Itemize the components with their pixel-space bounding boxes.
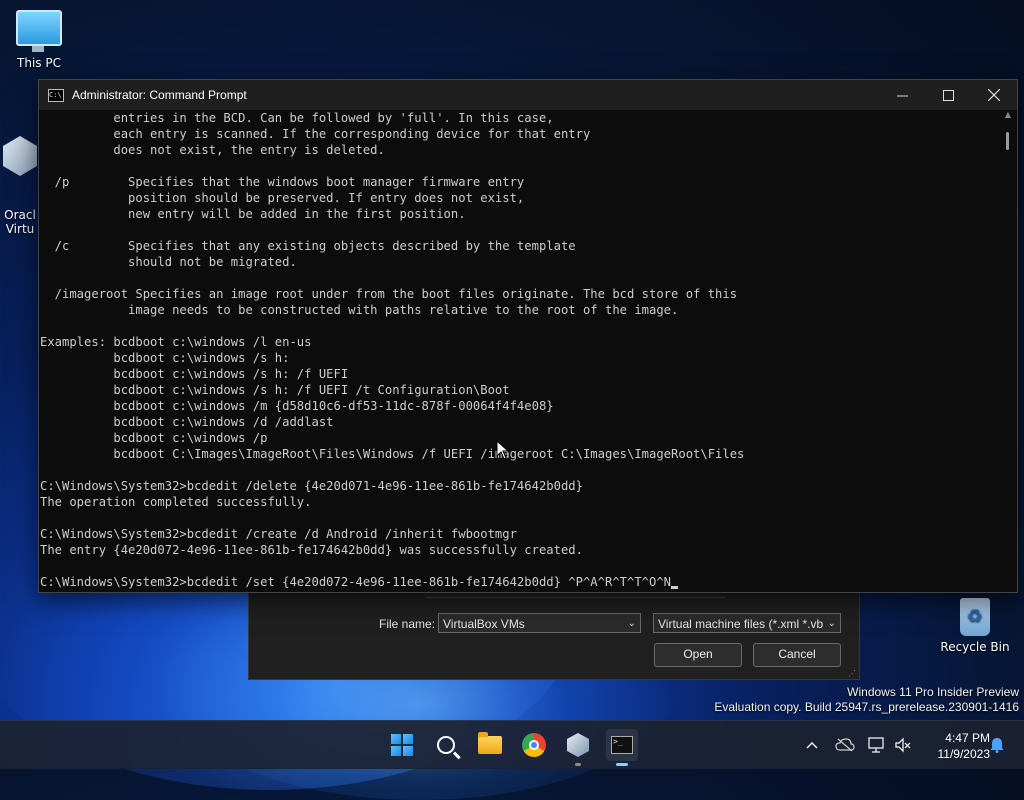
cmd-icon: >_ bbox=[611, 736, 633, 754]
volume-button[interactable] bbox=[892, 721, 914, 769]
chrome-icon bbox=[522, 733, 546, 757]
console-line: C:\Windows\System32>bcdedit /delete {4e2… bbox=[40, 479, 583, 493]
search-icon bbox=[437, 736, 455, 754]
watermark-line-1: Windows 11 Pro Insider Preview bbox=[847, 685, 1019, 699]
console-line: entries in the BCD. Can be followed by '… bbox=[40, 111, 554, 125]
running-indicator bbox=[575, 763, 581, 766]
file-name-value: VirtualBox VMs bbox=[443, 617, 525, 631]
console-line: C:\Windows\System32>bcdedit /create /d A… bbox=[40, 527, 517, 541]
scroll-thumb[interactable] bbox=[1006, 132, 1009, 150]
file-dialog: File name: VirtualBox VMs ⌄ Virtual mach… bbox=[248, 590, 860, 680]
console-line: bcdboot c:\windows /m {d58d10c6-df53-11d… bbox=[40, 399, 554, 413]
text-cursor bbox=[671, 586, 679, 589]
monitor-icon bbox=[16, 10, 62, 52]
volume-muted-icon bbox=[895, 737, 911, 753]
close-button[interactable] bbox=[971, 80, 1017, 110]
clock-date: 11/9/2023 bbox=[937, 747, 991, 761]
console-line: /imageroot Specifies an image root under… bbox=[40, 287, 738, 301]
desktop-icon-recycle-bin[interactable]: Recycle Bin bbox=[940, 598, 1010, 654]
chevron-up-icon bbox=[806, 742, 818, 749]
file-name-label: File name: bbox=[379, 617, 436, 631]
open-button[interactable]: Open bbox=[654, 643, 742, 667]
console-line: image needs to be constructed with paths… bbox=[40, 303, 679, 317]
desktop-icon-label: Oracl Virtu bbox=[4, 208, 36, 236]
mouse-pointer-icon bbox=[496, 440, 510, 460]
desktop-icon-this-pc[interactable]: This PC bbox=[4, 10, 74, 70]
console-line: C:\Windows\System32>bcdedit /set {4e20d0… bbox=[40, 574, 999, 590]
evaluation-watermark: Windows 11 Pro Insider Preview Evaluatio… bbox=[714, 685, 1019, 715]
command-prompt-button[interactable]: >_ bbox=[606, 729, 638, 766]
file-explorer-button[interactable] bbox=[474, 729, 506, 761]
network-button[interactable] bbox=[866, 721, 888, 769]
virtualbox-button[interactable] bbox=[562, 729, 594, 766]
console-line: The operation completed successfully. bbox=[40, 495, 312, 509]
taskbar-clock[interactable]: 4:47 PM 11/9/2023 bbox=[938, 730, 991, 762]
window-title: Administrator: Command Prompt bbox=[72, 88, 247, 102]
search-button[interactable] bbox=[430, 729, 462, 761]
chevron-down-icon[interactable]: ⌄ bbox=[825, 614, 836, 632]
chevron-down-icon[interactable]: ⌄ bbox=[628, 614, 636, 634]
console-line: The entry {4e20d072-4e96-11ee-861b-fe174… bbox=[40, 543, 583, 557]
chrome-button[interactable] bbox=[518, 729, 550, 761]
scroll-up-icon[interactable]: ▲ bbox=[999, 110, 1017, 124]
console-line: each entry is scanned. If the correspond… bbox=[40, 127, 591, 141]
console-line: new entry will be added in the first pos… bbox=[40, 207, 466, 221]
file-type-value: Virtual machine files (*.xml *.vb bbox=[658, 617, 824, 631]
taskbar: >_ 4:47 PM 11/9/2023 bbox=[0, 720, 1024, 769]
resize-grip-icon[interactable]: ⋰ bbox=[848, 669, 856, 678]
onedrive-button[interactable] bbox=[832, 721, 858, 769]
vertical-scrollbar[interactable]: ▲ bbox=[999, 110, 1017, 592]
cloud-offline-icon bbox=[835, 738, 855, 752]
console-output[interactable]: entries in the BCD. Can be followed by '… bbox=[39, 110, 999, 592]
console-line: /c Specifies that any existing objects d… bbox=[40, 239, 576, 253]
desktop-icon-virtualbox[interactable]: Oracl Virtu bbox=[0, 108, 40, 250]
console-line: bcdboot c:\windows /p bbox=[40, 431, 268, 445]
bell-icon bbox=[990, 738, 1004, 753]
close-icon bbox=[988, 89, 1000, 101]
window-titlebar[interactable]: C:\ Administrator: Command Prompt bbox=[39, 80, 1017, 110]
active-indicator bbox=[616, 763, 628, 766]
notifications-button[interactable] bbox=[986, 721, 1008, 769]
console-line: should not be migrated. bbox=[40, 255, 297, 269]
virtualbox-icon bbox=[3, 136, 37, 176]
folder-icon bbox=[478, 732, 502, 754]
console-line: bcdboot C:\Images\ImageRoot\Files\Window… bbox=[40, 447, 745, 461]
console-line: bcdboot c:\windows /s h: /f UEFI bbox=[40, 367, 349, 381]
start-button[interactable] bbox=[386, 729, 418, 761]
maximize-icon bbox=[942, 89, 954, 101]
file-name-input[interactable]: VirtualBox VMs ⌄ bbox=[438, 613, 641, 633]
console-line: /p Specifies that the windows boot manag… bbox=[40, 175, 525, 189]
file-type-select[interactable]: Virtual machine files (*.xml *.vb ⌄ bbox=[653, 613, 841, 633]
minimize-button[interactable] bbox=[879, 80, 925, 110]
desktop-icon-label: Recycle Bin bbox=[940, 640, 1010, 654]
show-hidden-icons-button[interactable] bbox=[800, 721, 824, 769]
cancel-button[interactable]: Cancel bbox=[753, 643, 841, 667]
watermark-line-2: Evaluation copy. Build 25947.rs_prerelea… bbox=[714, 700, 1019, 714]
console-line: position should be preserved. If entry d… bbox=[40, 191, 525, 205]
virtualbox-icon bbox=[567, 733, 589, 757]
console-line: bcdboot c:\windows /d /addlast bbox=[40, 415, 334, 429]
cmd-icon: C:\ bbox=[48, 88, 64, 102]
console-line: does not exist, the entry is deleted. bbox=[40, 143, 385, 157]
maximize-button[interactable] bbox=[925, 80, 971, 110]
console-line: bcdboot c:\windows /s h: /f UEFI /t Conf… bbox=[40, 383, 510, 397]
command-prompt-window[interactable]: C:\ Administrator: Command Prompt entrie… bbox=[38, 79, 1018, 593]
network-icon bbox=[868, 737, 884, 753]
console-line: Examples: bcdboot c:\windows /l en-us bbox=[40, 335, 312, 349]
windows-logo-icon bbox=[391, 734, 413, 756]
console-line: bcdboot c:\windows /s h: bbox=[40, 351, 290, 365]
desktop-icon-label: This PC bbox=[17, 56, 61, 70]
minimize-icon bbox=[896, 95, 908, 96]
recycle-bin-icon bbox=[960, 598, 990, 636]
clock-time: 4:47 PM bbox=[945, 731, 990, 745]
